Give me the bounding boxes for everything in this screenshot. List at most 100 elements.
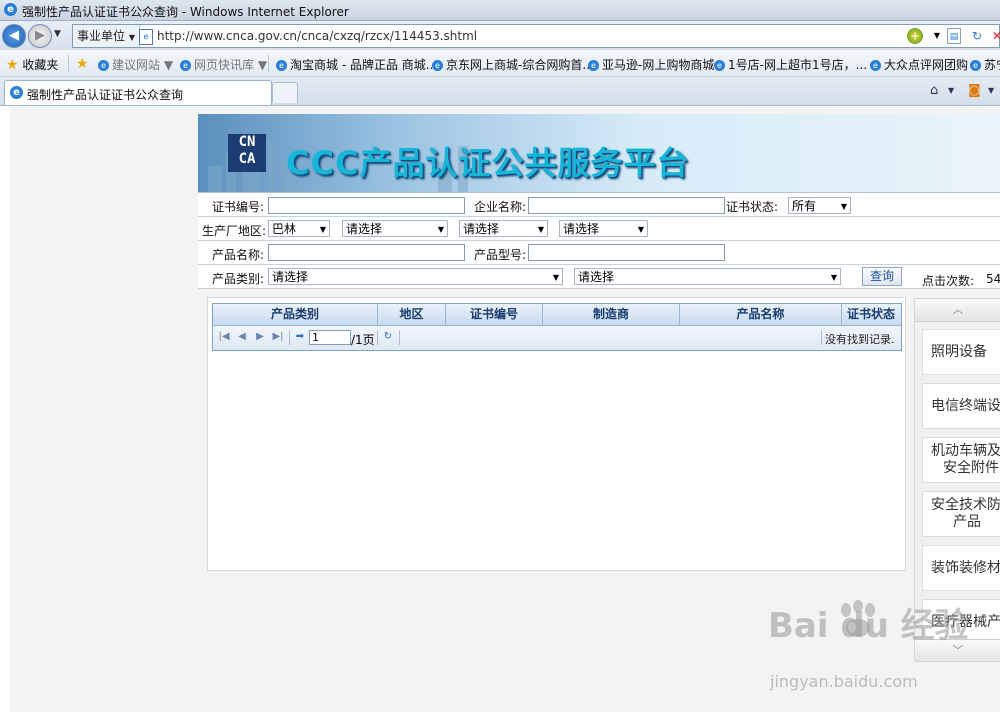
form-row-2: 生产厂地区: 巴林 ▼ 请选择 ▼ 请选择 ▼ 请选择 ▼: [198, 217, 1000, 241]
cert-status-select[interactable]: 所有 ▼: [788, 197, 851, 214]
prev-page-icon[interactable]: ◀: [235, 330, 249, 344]
fav-item-label: 苏宁: [984, 58, 1000, 72]
first-page-icon[interactable]: |◀: [217, 330, 231, 344]
column-header-product-name[interactable]: 产品名称: [680, 304, 842, 325]
add-favorite-icon[interactable]: ★: [76, 56, 89, 72]
tab-active[interactable]: e 强制性产品认证证书公众查询: [4, 80, 272, 105]
fav-item-label: 网页快讯库 ▼: [194, 58, 268, 72]
column-header-cert-number[interactable]: 证书编号: [446, 304, 543, 325]
zone-label-text: 事业单位: [77, 29, 126, 43]
zone-label[interactable]: 事业单位 ▼: [73, 25, 140, 47]
separator: [289, 330, 290, 345]
category-item-lighting[interactable]: 照明设备: [922, 329, 1000, 375]
chevron-down-icon: ▼: [437, 225, 444, 234]
fav-item-dianping[interactable]: e 大众点评网团购: [870, 56, 968, 73]
fav-item-tmall[interactable]: e 淘宝商城 - 品牌正品 商城...: [276, 56, 437, 73]
window-title-bar: e 强制性产品认证证书公众查询 - Windows Internet Explo…: [0, 0, 1000, 21]
category-label: 装饰装修材: [931, 560, 1000, 576]
category-label-line2: 安全附件: [943, 460, 999, 476]
category-item-vehicles[interactable]: 机动车辆及 安全附件: [922, 437, 1000, 483]
rss-feed-icon[interactable]: ◙: [968, 83, 981, 98]
category-item-security-tech[interactable]: 安全技术防 产品: [922, 491, 1000, 537]
address-bar[interactable]: 事业单位 ▼ e http://www.cnca.gov.cn/cnca/cxz…: [72, 24, 1000, 48]
region-district-select[interactable]: 请选择 ▼: [559, 220, 648, 237]
product-subcategory-select[interactable]: 请选择 ▼: [574, 268, 841, 285]
logo-line-1: CN: [238, 134, 256, 150]
window-title: 强制性产品认证证书公众查询 - Windows Internet Explore…: [22, 5, 349, 19]
category-label: 安全技术防: [931, 497, 1000, 513]
url-text[interactable]: http://www.cnca.gov.cn/cnca/cxzq/rzcx/11…: [157, 29, 477, 43]
fav-item-jd[interactable]: e 京东网上商城-综合网购首...: [432, 56, 594, 73]
home-icon[interactable]: ⌂: [930, 83, 938, 98]
compatibility-page-icon[interactable]: ▤: [947, 28, 961, 44]
refresh-icon[interactable]: ↻: [381, 330, 395, 344]
region-city-select[interactable]: 请选择 ▼: [459, 220, 548, 237]
cert-status-value: 所有: [792, 199, 817, 213]
tab-title: 强制性产品认证证书公众查询: [27, 88, 184, 102]
form-row-3: 产品名称: 产品型号:: [198, 241, 1000, 265]
stop-icon[interactable]: ✕: [989, 28, 1000, 44]
left-margin: [0, 106, 10, 712]
ie-page-icon: e: [180, 60, 191, 71]
recent-pages-dropdown-icon[interactable]: ▼: [54, 29, 61, 39]
separator: [821, 330, 822, 345]
fav-item-web-slice-gallery[interactable]: e 网页快讯库 ▼: [180, 56, 267, 73]
fav-item-suggested-sites[interactable]: e 建议网站 ▼: [98, 56, 173, 73]
results-panel: 产品类别 地区 证书编号 制造商 产品名称 证书状态 |◀ ◀ ▶ ▶| ➡ 1…: [207, 297, 906, 571]
category-label-line2: 产品: [953, 514, 981, 530]
separator: [399, 330, 400, 345]
goto-page-icon[interactable]: ➡: [293, 330, 307, 344]
back-button[interactable]: ◀: [2, 24, 26, 48]
watermark-brand: Bai du 经验: [768, 606, 969, 646]
click-count-value: 54: [986, 272, 1000, 286]
fav-item-label: 京东网上商城-综合网购首...: [446, 58, 594, 72]
chevron-down-icon: ▼: [552, 273, 559, 282]
region-province-select[interactable]: 请选择 ▼: [342, 220, 448, 237]
column-header-manufacturer[interactable]: 制造商: [543, 304, 680, 325]
tab-strip: e 强制性产品认证证书公众查询 ⌂ ▼ ◙ ▼: [0, 77, 1000, 106]
chevron-down-icon[interactable]: ▼: [948, 86, 954, 95]
product-name-input[interactable]: [268, 244, 465, 261]
refresh-icon[interactable]: ↻: [969, 28, 985, 44]
scroll-up-button[interactable]: ︿: [915, 299, 1000, 322]
region-country-select[interactable]: 巴林 ▼: [268, 220, 330, 237]
compatibility-view-icon[interactable]: +: [907, 28, 923, 44]
product-model-label: 产品型号:: [474, 248, 527, 262]
page-number-input[interactable]: 1: [309, 330, 351, 345]
chevron-down-icon[interactable]: ▼: [929, 28, 945, 44]
ie-logo-icon: e: [4, 3, 17, 16]
company-name-input[interactable]: [528, 197, 725, 214]
product-category-select[interactable]: 请选择 ▼: [268, 268, 563, 285]
favorites-button[interactable]: ★ 收藏夹: [6, 56, 58, 73]
column-header-region[interactable]: 地区: [378, 304, 446, 325]
column-header-category[interactable]: 产品类别: [213, 304, 378, 325]
cert-number-input[interactable]: [268, 197, 465, 214]
cert-status-label: 证书状态:: [726, 200, 779, 214]
query-button[interactable]: 查询: [862, 267, 902, 286]
category-item-telecom[interactable]: 电信终端设: [922, 383, 1000, 429]
new-tab-button[interactable]: [272, 82, 298, 103]
fav-item-label: 建议网站 ▼: [112, 58, 174, 72]
product-subcategory-value: 请选择: [578, 270, 615, 284]
next-page-icon[interactable]: ▶: [253, 330, 267, 344]
product-category-value: 请选择: [272, 270, 309, 284]
chevron-down-icon[interactable]: ▼: [988, 86, 994, 95]
address-toolbar: ◀ ▶ ▼ 事业单位 ▼ e http://www.cnca.gov.cn/cn…: [0, 21, 1000, 50]
favorites-label: 收藏夹: [22, 58, 59, 72]
banner-title: CCC产品认证公共服务平台: [286, 144, 690, 182]
fav-item-suning[interactable]: e苏宁: [970, 56, 1000, 73]
fav-item-yhd[interactable]: e 1号店-网上超市1号店，...: [714, 56, 867, 73]
ie-page-icon: e: [970, 60, 981, 71]
category-item-decoration[interactable]: 装饰装修材: [922, 545, 1000, 591]
fav-item-amazon[interactable]: e 亚马逊-网上购物商城: [588, 56, 714, 73]
last-page-icon[interactable]: ▶|: [271, 330, 285, 344]
logo-line-2: CA: [238, 151, 256, 167]
column-header-cert-status[interactable]: 证书状态: [842, 304, 900, 325]
product-name-label: 产品名称:: [212, 248, 265, 262]
page-total: /1页: [351, 333, 375, 347]
product-model-input[interactable]: [528, 244, 725, 261]
separator: [377, 330, 378, 345]
ie-page-icon: e: [588, 60, 599, 71]
forward-button[interactable]: ▶: [28, 24, 52, 48]
grid-pager: |◀ ◀ ▶ ▶| ➡ 1 /1页 ↻ 没有找到记录.: [213, 326, 901, 350]
